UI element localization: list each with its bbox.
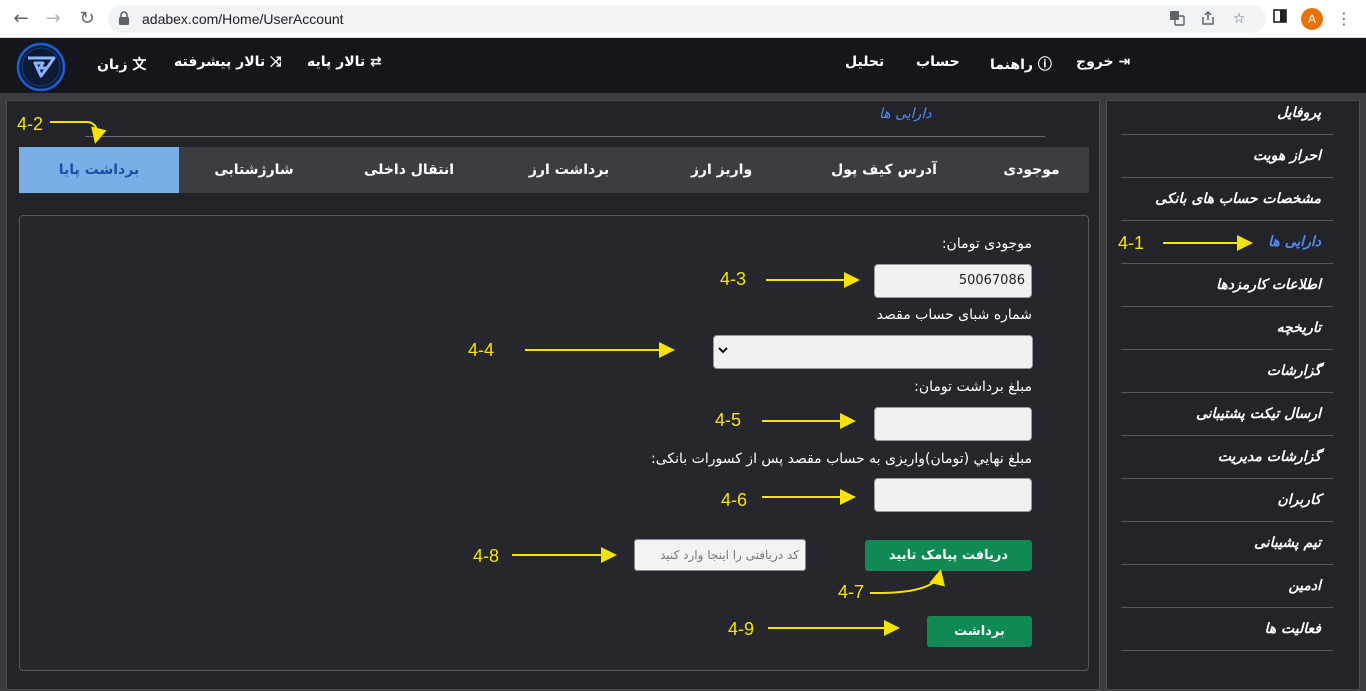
sidebar-item-bank-accounts[interactable]: مشخصات حساب های بانکی	[1155, 191, 1321, 211]
title-divider	[85, 136, 1045, 137]
sidebar-divider	[1121, 607, 1333, 608]
annotation-label: 4-7	[838, 582, 865, 602]
account-sidebar: پروفایل احراز هویت مشخصات حساب های بانکی…	[1106, 100, 1360, 690]
address-bar[interactable]: adabex.com/Home/UserAccount ☆	[108, 5, 1266, 33]
nav-language[interactable]: 文 زبان	[97, 54, 146, 74]
forward-arrow-icon[interactable]: →	[42, 8, 64, 30]
annotation-label: 4-5	[715, 410, 742, 430]
paya-withdraw-form: موجودی تومان: 50067086 شماره شبای حساب م…	[19, 215, 1089, 671]
chevron-down-icon	[718, 345, 730, 359]
page-title: دارایی ها	[879, 106, 932, 122]
tab-paya-withdraw[interactable]: برداشت پایا	[19, 147, 179, 193]
annotation-label: 4-3	[720, 269, 747, 289]
final-amount-field	[874, 478, 1032, 512]
sidebar-divider	[1121, 177, 1333, 178]
tab-balance[interactable]: موجودی	[974, 147, 1089, 193]
nav-guide[interactable]: ⓘ راهنما	[990, 54, 1052, 74]
sidebar-divider	[1121, 220, 1333, 221]
nav-account[interactable]: حساب	[916, 54, 960, 70]
sidebar-item-users[interactable]: کاربران	[1278, 492, 1321, 512]
sidebar-item-admin[interactable]: ادمین	[1288, 578, 1321, 598]
assets-panel: دارایی ها موجودی آدرس کیف پول واریز ارز …	[6, 100, 1100, 690]
get-sms-code-button[interactable]: دریافت پیامک تایید	[865, 540, 1032, 571]
sidebar-divider	[1121, 650, 1333, 651]
tab-crypto-withdraw[interactable]: برداشت ارز	[489, 147, 649, 193]
sidebar-item-fees[interactable]: اطلاعات کارمزدها	[1216, 277, 1321, 297]
site-header: ⇥ خروج ⓘ راهنما حساب تحلیل ⇄ تالار پایه …	[0, 38, 1366, 93]
annotation-label: 4-9	[728, 619, 755, 639]
profile-avatar[interactable]: A	[1301, 8, 1323, 30]
nav-basic-hall[interactable]: ⇄ تالار پایه	[307, 54, 382, 70]
annotation-label: 4-4	[468, 340, 495, 360]
sidebar-divider	[1121, 435, 1333, 436]
sidebar-item-reports[interactable]: گزارشات	[1267, 363, 1321, 383]
browser-toolbar: ← → ↻ adabex.com/Home/UserAccount ☆ A ⋮	[0, 0, 1366, 38]
share-icon[interactable]	[1199, 10, 1217, 28]
withdraw-button[interactable]: برداشت	[927, 616, 1032, 647]
sidebar-item-admin-reports[interactable]: گزارشات مدیریت	[1218, 449, 1321, 469]
lock-icon	[118, 10, 132, 28]
sidebar-item-assets[interactable]: دارایی ها	[1268, 234, 1321, 254]
annotation-label: 4-1	[1118, 233, 1145, 253]
kebab-menu-icon[interactable]: ⋮	[1334, 9, 1354, 29]
sidebar-item-profile[interactable]: پروفایل	[1277, 105, 1321, 125]
nav-exit[interactable]: ⇥ خروج	[1076, 54, 1130, 70]
sidebar-divider	[1121, 564, 1333, 565]
shuffle-icon: ⤨	[270, 54, 282, 70]
sheba-label: شماره شبای حساب مقصد	[876, 307, 1032, 323]
sidebar-item-activities[interactable]: فعالیت ها	[1265, 621, 1321, 641]
sms-code-input[interactable]: کد دریافتی را اینجا وارد کنید	[634, 539, 806, 571]
balance-field: 50067086	[874, 264, 1032, 298]
sidebar-divider	[1121, 521, 1333, 522]
annotation-label: 4-2	[17, 114, 44, 134]
nav-analysis[interactable]: تحلیل	[845, 54, 884, 70]
sign-out-icon: ⇥	[1118, 54, 1131, 70]
sidebar-divider	[1121, 392, 1333, 393]
tab-fast-charge[interactable]: شارژشتابی	[179, 147, 329, 193]
sidebar-item-history[interactable]: تاریخچه	[1277, 320, 1321, 340]
assets-tabs: موجودی آدرس کیف پول واریز ارز برداشت ارز…	[19, 147, 1089, 193]
tab-wallet-address[interactable]: آدرس کیف پول	[794, 147, 974, 193]
sidebar-divider	[1121, 263, 1333, 264]
exchange-arrows-icon: ⇄	[370, 54, 382, 70]
sidebar-item-support-team[interactable]: تیم پشیبانی	[1254, 535, 1321, 555]
url-text[interactable]: adabex.com/Home/UserAccount	[142, 11, 344, 27]
sidebar-divider	[1121, 349, 1333, 350]
sidebar-divider	[1121, 134, 1333, 135]
annotation-label: 4-8	[473, 546, 500, 566]
info-circle-icon: ⓘ	[1037, 57, 1052, 73]
sidebar-divider	[1121, 306, 1333, 307]
balance-label: موجودی تومان:	[941, 236, 1032, 252]
final-amount-label: مبلغ نهایي (تومان)واریزی به حساب مقصد پس…	[651, 451, 1032, 467]
amount-input[interactable]	[874, 407, 1032, 441]
tab-internal-transfer[interactable]: انتقال داخلی	[329, 147, 489, 193]
sheba-select[interactable]	[713, 335, 1033, 369]
nav-advanced-hall[interactable]: ⤨ تالار پیشرفته	[174, 54, 281, 70]
translate-icon[interactable]	[1168, 10, 1186, 28]
sidebar-item-support-ticket[interactable]: ارسال تیکت پشتیبانی	[1196, 406, 1321, 426]
sidebar-item-kyc[interactable]: احراز هویت	[1253, 148, 1321, 168]
back-arrow-icon[interactable]: ←	[10, 8, 32, 30]
reload-icon[interactable]: ↻	[76, 8, 98, 30]
sidebar-divider	[1121, 478, 1333, 479]
annotation-label: 4-6	[721, 490, 748, 510]
side-panel-icon[interactable]	[1270, 9, 1290, 29]
amount-label: مبلغ برداشت تومان:	[914, 379, 1032, 395]
language-icon: 文	[132, 57, 147, 73]
tab-crypto-deposit[interactable]: واریز ارز	[649, 147, 794, 193]
bookmark-star-icon[interactable]: ☆	[1230, 10, 1248, 28]
adabex-logo[interactable]	[16, 42, 66, 92]
